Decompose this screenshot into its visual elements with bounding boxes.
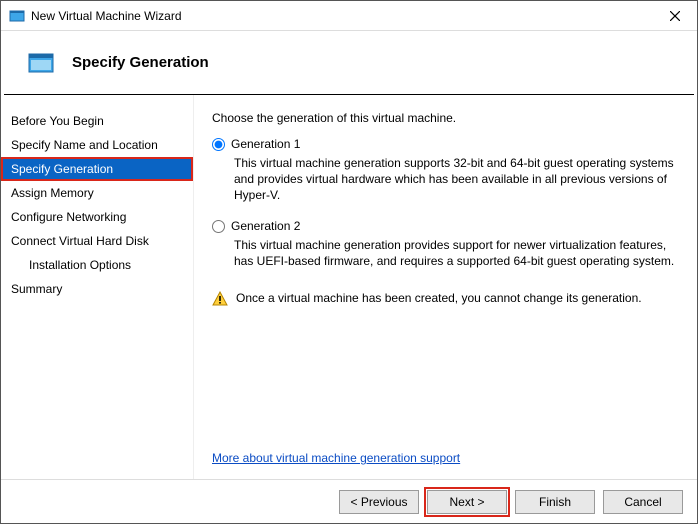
titlebar: New Virtual Machine Wizard — [1, 1, 697, 31]
radio-label: Generation 2 — [231, 219, 300, 233]
previous-button[interactable]: < Previous — [339, 490, 419, 514]
sidebar-item-1[interactable]: Specify Name and Location — [1, 133, 193, 157]
sidebar-item-4[interactable]: Configure Networking — [1, 205, 193, 229]
sidebar: Before You BeginSpecify Name and Locatio… — [1, 95, 193, 479]
sidebar-item-6[interactable]: Installation Options — [1, 253, 193, 277]
option-generation-1: Generation 1 This virtual machine genera… — [212, 137, 681, 209]
radio-input-gen2[interactable] — [212, 220, 225, 233]
page-title: Specify Generation — [72, 54, 209, 71]
radio-label: Generation 1 — [231, 137, 300, 151]
radio-generation-1[interactable]: Generation 1 — [212, 137, 681, 151]
wizard-body: Before You BeginSpecify Name and Locatio… — [1, 95, 697, 479]
cancel-button[interactable]: Cancel — [603, 490, 683, 514]
sidebar-item-7[interactable]: Summary — [1, 277, 193, 301]
warning-row: Once a virtual machine has been created,… — [212, 291, 681, 310]
sidebar-item-2[interactable]: Specify Generation — [1, 157, 193, 181]
radio-input-gen1[interactable] — [212, 138, 225, 151]
next-button[interactable]: Next > — [427, 490, 507, 514]
sidebar-item-3[interactable]: Assign Memory — [1, 181, 193, 205]
sidebar-item-0[interactable]: Before You Begin — [1, 109, 193, 133]
warning-icon — [212, 291, 228, 310]
option-desc-gen1: This virtual machine generation supports… — [234, 155, 681, 203]
more-info-link[interactable]: More about virtual machine generation su… — [212, 451, 681, 465]
app-icon — [9, 8, 25, 24]
wizard-footer: < Previous Next > Finish Cancel — [1, 479, 697, 523]
wizard-window: New Virtual Machine Wizard Specify Gener… — [0, 0, 698, 524]
spacer — [212, 310, 681, 451]
finish-button[interactable]: Finish — [515, 490, 595, 514]
option-generation-2: Generation 2 This virtual machine genera… — [212, 219, 681, 275]
window-title: New Virtual Machine Wizard — [31, 9, 655, 23]
warning-text: Once a virtual machine has been created,… — [236, 291, 642, 305]
radio-generation-2[interactable]: Generation 2 — [212, 219, 681, 233]
header-icon — [28, 53, 54, 73]
content-pane: Choose the generation of this virtual ma… — [193, 95, 697, 479]
wizard-header: Specify Generation — [4, 31, 694, 95]
option-desc-gen2: This virtual machine generation provides… — [234, 237, 681, 269]
sidebar-item-5[interactable]: Connect Virtual Hard Disk — [1, 229, 193, 253]
close-button[interactable] — [655, 2, 695, 30]
intro-text: Choose the generation of this virtual ma… — [212, 111, 681, 125]
